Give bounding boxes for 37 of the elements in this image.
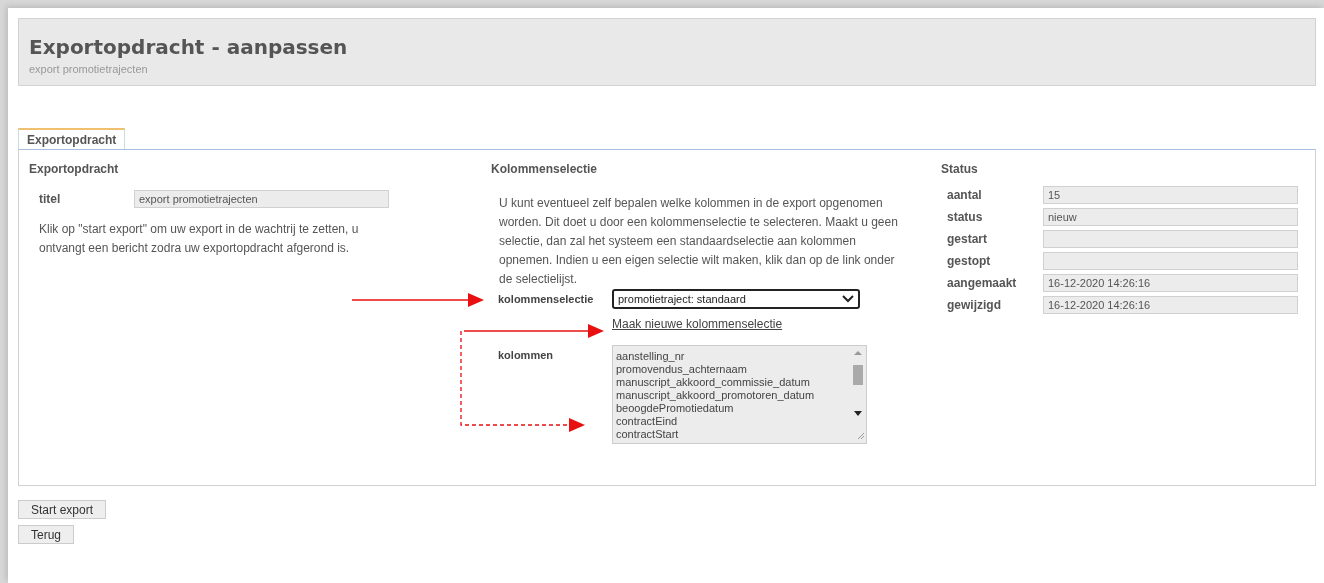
page-subtitle: export promotietrajecten (29, 63, 148, 75)
list-option[interactable]: promovendus_achternaam (616, 363, 747, 376)
page-title: Exportopdracht - aanpassen (29, 34, 348, 59)
field-label: gestart (947, 232, 988, 246)
field-label: kolommen (498, 349, 554, 361)
field-label: gestopt (947, 254, 992, 268)
chevron-down-icon (842, 295, 854, 303)
field-label: aangemaakt (947, 276, 1018, 290)
button[interactable]: Start export (18, 500, 107, 519)
text-field[interactable]: nieuw (1043, 208, 1298, 226)
field-label: titel (39, 192, 62, 206)
instructions-text: Klik op "start export" om uw export in de wachtrij te zetten, u ontvangt een bericht zodra uw exportopdracht afgerond is. (39, 221, 360, 257)
field-label: kolommenselectie (498, 293, 595, 305)
text-field[interactable] (1043, 252, 1298, 270)
tab[interactable]: Exportopdracht (18, 128, 126, 149)
list-option[interactable]: manuscript_akkoord_promotoren_datum (616, 389, 815, 402)
section-heading: Status (941, 162, 978, 178)
instructions-text: U kunt eventueel zelf bepalen welke kolommen in de export opgenomen worden. Dit doet u door een kolommenselectie te selecteren. Maakt u geen selectie, dan zal het systeem een standaardselectie aan kolommen opnemen. Indien u een eigen selectie wilt maken, klik dan op de link onder de selectielijst. (499, 195, 899, 288)
text-field[interactable]: 16-12-2020 14:26:16 (1043, 274, 1298, 292)
section-heading: Kolommenselectie (491, 162, 598, 178)
list-option[interactable]: manuscript_akkoord_commissie_datum (616, 376, 810, 389)
text-field[interactable]: 15 (1043, 186, 1298, 204)
section-heading: Exportopdracht (29, 162, 119, 178)
list-option[interactable]: contractStart (616, 428, 679, 441)
column-listbox[interactable]: aanstelling_nr promovendus_achternaam manuscript_akkoord_commissie_datum manuscript_akkoord_promotoren_datum beoogdePromotiedatum contractEind contractStart (612, 345, 867, 444)
dropdown[interactable]: promotietraject: standaard (612, 289, 860, 309)
new-selection-link[interactable]: Maak nieuwe kolommenselectie (612, 317, 783, 331)
button[interactable]: Terug (18, 525, 75, 544)
text-field[interactable]: 16-12-2020 14:26:16 (1043, 296, 1298, 314)
list-option[interactable]: beoogdePromotiedatum (616, 402, 734, 415)
list-option[interactable]: contractEind (616, 415, 678, 428)
list-option[interactable]: aanstelling_nr (616, 350, 685, 363)
field-label: status (947, 210, 984, 224)
field-label: gewijzigd (947, 298, 1002, 312)
text-field[interactable] (1043, 230, 1298, 248)
field-label: aantal (947, 188, 983, 202)
text-field[interactable]: export promotietrajecten (134, 190, 389, 208)
